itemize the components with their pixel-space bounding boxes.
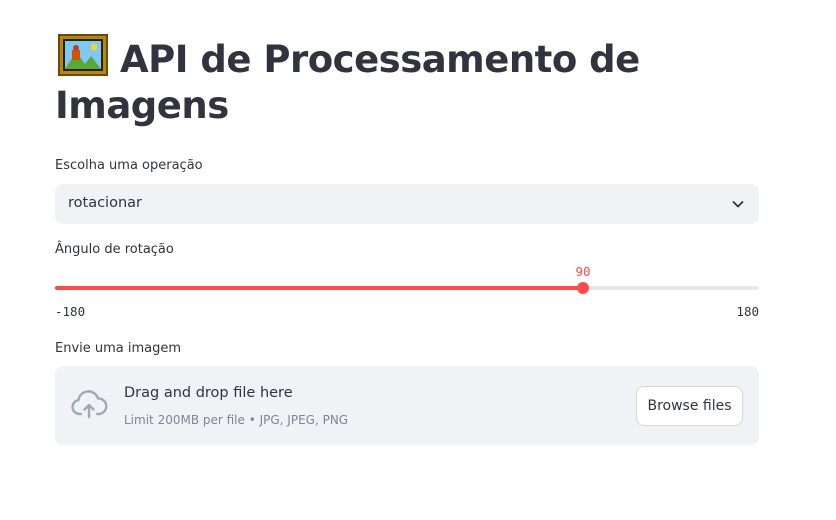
rotation-slider[interactable]: 90 -180 180 [55,262,759,322]
slider-thumb[interactable] [577,282,589,294]
framed-picture-icon [58,34,108,76]
operation-select[interactable]: rotacionar [55,184,759,224]
dropzone-instructions: Drag and drop file here [124,385,293,401]
file-dropzone[interactable]: Drag and drop file here Limit 200MB per … [55,366,759,445]
upload-label: Envie uma imagem [55,341,182,356]
slider-track[interactable] [55,286,759,290]
slider-min-value: -180 [55,304,86,319]
slider-current-value: 90 [575,264,591,279]
browse-files-button[interactable]: Browse files [636,386,743,426]
page-title: API de Processamento de Imagens [55,34,759,129]
page-title-text: API de Processamento de Imagens [55,38,640,127]
slider-max-value: 180 [736,304,759,319]
upload-limit-text: Limit 200MB per file • JPG, JPEG, PNG [124,413,349,427]
rotation-label: Ângulo de rotação [55,242,174,257]
chevron-down-icon [732,201,744,208]
operation-selected-value: rotacionar [68,195,142,211]
cloud-upload-icon [71,390,108,419]
operation-label: Escolha uma operação [55,158,203,173]
slider-fill [55,286,583,290]
